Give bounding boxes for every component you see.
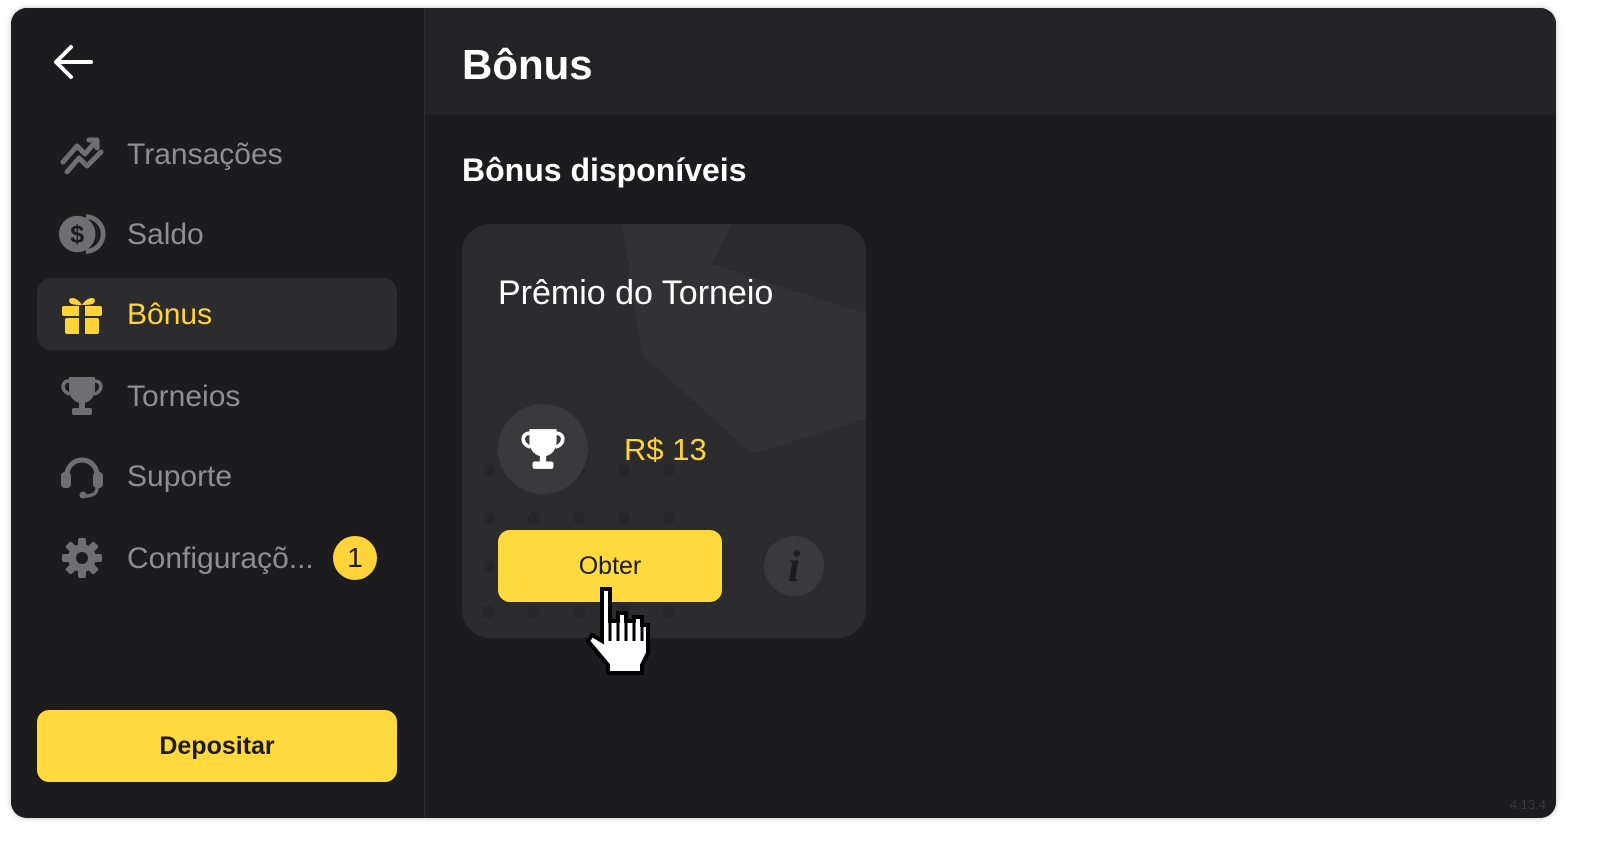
version-label: 4.13.4	[1509, 797, 1546, 812]
info-button[interactable]: i	[764, 536, 824, 596]
bonus-card-icon	[498, 404, 588, 494]
sidebar-item-bonus[interactable]: Bônus	[37, 278, 397, 350]
sidebar-item-label: Configuraçõ...	[127, 542, 314, 575]
bonus-amount: R$ 13	[624, 432, 707, 467]
main-content: Bônus Bônus disponíveis Prêmio do Tornei…	[425, 8, 1556, 818]
coins-icon: $	[57, 212, 107, 256]
back-button[interactable]	[49, 40, 97, 84]
sidebar-item-suporte[interactable]: Suporte	[37, 440, 397, 512]
claim-bonus-button[interactable]: Obter	[498, 530, 722, 602]
sidebar-item-torneios[interactable]: Torneios	[37, 360, 397, 432]
svg-text:$: $	[70, 221, 84, 249]
trophy-icon	[521, 429, 565, 469]
sidebar-item-label: Torneios	[127, 380, 241, 413]
deposit-button[interactable]: Depositar	[37, 710, 397, 782]
app-window: Transações $ Saldo Bônus Torneios Suport…	[11, 8, 1556, 818]
sidebar-item-label: Saldo	[127, 218, 204, 251]
section-title: Bônus disponíveis	[462, 152, 747, 188]
arrow-left-icon	[54, 45, 93, 79]
headset-icon	[57, 454, 107, 499]
bonus-card: Prêmio do Torneio R$ 13 Obter i	[462, 224, 866, 638]
transactions-icon	[57, 132, 107, 176]
page-title: Bônus	[462, 41, 593, 88]
page-header: Bônus	[425, 8, 1556, 115]
trophy-icon	[57, 374, 107, 418]
sidebar-item-label: Suporte	[127, 460, 233, 493]
gear-icon	[57, 536, 107, 580]
sidebar-item-label: Bônus	[127, 298, 213, 331]
info-icon: i	[787, 541, 801, 591]
sidebar: Transações $ Saldo Bônus Torneios Suport…	[11, 8, 425, 818]
sidebar-item-saldo[interactable]: $ Saldo	[37, 198, 397, 270]
bonus-card-title: Prêmio do Torneio	[498, 274, 774, 312]
gift-icon	[57, 292, 107, 336]
notification-badge: 1	[333, 536, 377, 580]
sidebar-item-label: Transações	[127, 138, 283, 171]
sidebar-item-configuracoes[interactable]: Configuraçõ... 1	[37, 522, 397, 594]
sidebar-item-transacoes[interactable]: Transações	[37, 118, 397, 190]
